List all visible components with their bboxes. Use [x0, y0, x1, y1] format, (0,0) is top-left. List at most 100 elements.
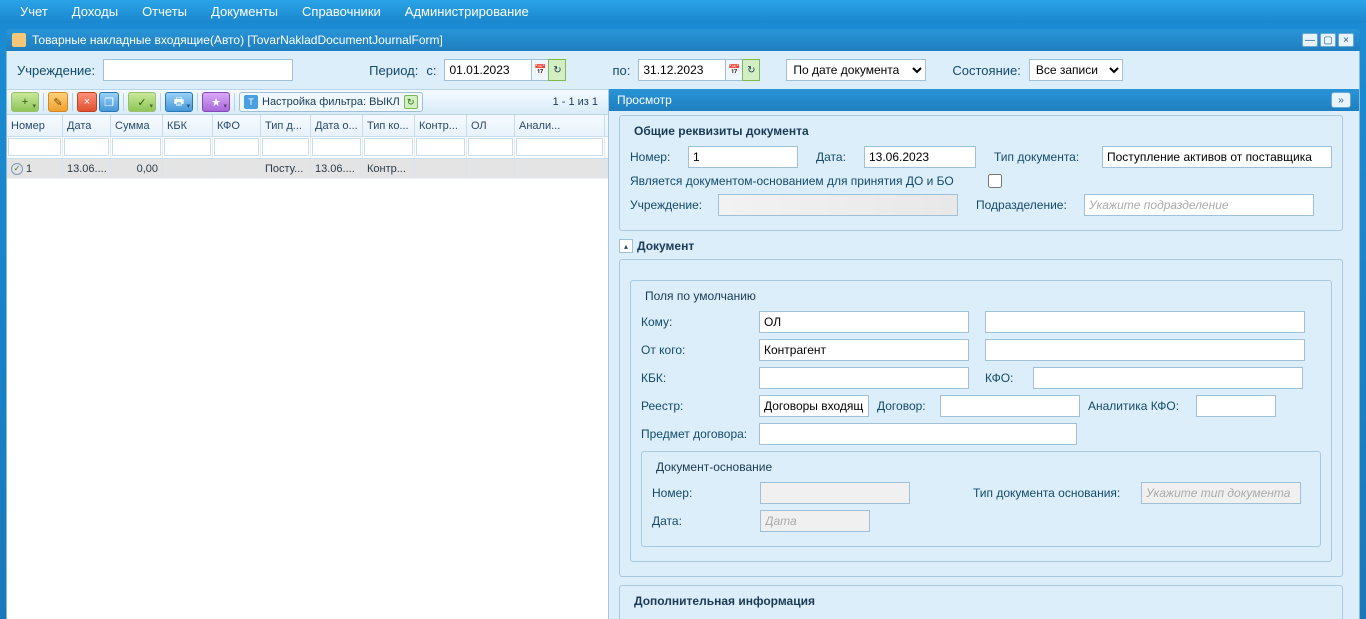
- preview-pane: Просмотр » Общие реквизиты документа Ном…: [609, 89, 1359, 619]
- date-input[interactable]: [864, 146, 976, 168]
- cell-num: 1: [26, 163, 32, 175]
- col-basedate[interactable]: Дата о...: [311, 115, 363, 136]
- registry-input[interactable]: [759, 395, 869, 417]
- kfo-label: КФО:: [985, 371, 1025, 385]
- num-input[interactable]: [688, 146, 798, 168]
- menu-reports[interactable]: Отчеты: [132, 0, 197, 23]
- from-input[interactable]: [759, 339, 969, 361]
- date-to-picker-icon[interactable]: 📅: [725, 59, 743, 81]
- filter-ol[interactable]: [468, 138, 513, 156]
- filter-settings-button[interactable]: T Настройка фильтра: ВЫКЛ ↻: [239, 92, 423, 112]
- contract-input[interactable]: [940, 395, 1080, 417]
- filter-doctype[interactable]: [262, 138, 309, 156]
- base-num-label: Номер:: [652, 486, 752, 500]
- date-to-clear-icon[interactable]: ↻: [742, 59, 760, 81]
- analkfo-input[interactable]: [1196, 395, 1276, 417]
- from-extra-input[interactable]: [985, 339, 1305, 361]
- collapse-arrow-icon: ▴: [619, 239, 633, 253]
- action-button[interactable]: ★: [202, 92, 230, 112]
- col-date[interactable]: Дата: [63, 115, 111, 136]
- cell-kfo: [213, 159, 261, 178]
- edit-button[interactable]: ✎: [48, 92, 68, 112]
- col-doctype[interactable]: Тип д...: [261, 115, 311, 136]
- to-input[interactable]: [759, 311, 969, 333]
- col-contrtype[interactable]: Тип ко...: [363, 115, 415, 136]
- main-menu: Учет Доходы Отчеты Документы Справочники…: [0, 0, 1366, 23]
- org-label: Учреждение:: [17, 63, 95, 78]
- delete-button[interactable]: ×: [77, 92, 97, 112]
- cell-anal: [515, 159, 605, 178]
- kfo-input[interactable]: [1033, 367, 1303, 389]
- date-from-picker-icon[interactable]: 📅: [531, 59, 549, 81]
- grid-filter-row: [7, 137, 608, 159]
- menu-admin[interactable]: Администрирование: [395, 0, 539, 23]
- cell-doctype: Посту...: [261, 159, 311, 178]
- col-num[interactable]: Номер: [7, 115, 63, 136]
- date-to-input[interactable]: [638, 59, 726, 81]
- filter-date[interactable]: [64, 138, 109, 156]
- document-section-label: Документ: [637, 239, 694, 253]
- col-contr[interactable]: Контр...: [415, 115, 467, 136]
- base-num-input[interactable]: [760, 482, 910, 504]
- from-label2: От кого:: [641, 343, 751, 357]
- date-from-input[interactable]: [444, 59, 532, 81]
- col-ol[interactable]: ОЛ: [467, 115, 515, 136]
- to-extra-input[interactable]: [985, 311, 1305, 333]
- menu-accounting[interactable]: Учет: [10, 0, 58, 23]
- col-anal[interactable]: Анали...: [515, 115, 605, 136]
- filter-basedate[interactable]: [312, 138, 361, 156]
- table-row[interactable]: ✓1 13.06.... 0,00 Посту... 13.06.... Кон…: [7, 159, 608, 179]
- base-type-input[interactable]: [1141, 482, 1301, 504]
- filter-contr[interactable]: [416, 138, 465, 156]
- approve-button[interactable]: ✓: [128, 92, 156, 112]
- filter-kbk[interactable]: [164, 138, 211, 156]
- cell-kbk: [163, 159, 213, 178]
- filter-num[interactable]: [8, 138, 61, 156]
- copy-button[interactable]: ❐: [99, 92, 119, 112]
- filter-contrtype[interactable]: [364, 138, 413, 156]
- state-select[interactable]: Все записи: [1029, 59, 1123, 81]
- base-doc-section: Документ-основание Номер: Тип документа …: [641, 451, 1321, 547]
- defaults-title: Поля по умолчанию: [641, 289, 760, 303]
- preview-org-input[interactable]: [718, 194, 958, 216]
- grid-toolbar: + ✎ × ❐ ✓ 🖶 ★ T Настройка фильтра: ВЫК: [7, 89, 608, 115]
- dept-input[interactable]: [1084, 194, 1314, 216]
- document-section: Поля по умолчанию Кому: От кого:: [619, 259, 1343, 577]
- date-mode-select[interactable]: По дате документа: [786, 59, 926, 81]
- menu-references[interactable]: Справочники: [292, 0, 391, 23]
- window-maximize-button[interactable]: ▢: [1320, 33, 1336, 47]
- date-from-clear-icon[interactable]: ↻: [548, 59, 566, 81]
- menu-documents[interactable]: Документы: [201, 0, 288, 23]
- print-button[interactable]: 🖶: [165, 92, 193, 112]
- grid-body[interactable]: ✓1 13.06.... 0,00 Посту... 13.06.... Кон…: [7, 159, 608, 619]
- filter-anal[interactable]: [516, 138, 603, 156]
- window-minimize-button[interactable]: —: [1302, 33, 1318, 47]
- col-kbk[interactable]: КБК: [163, 115, 213, 136]
- kbk-input[interactable]: [759, 367, 969, 389]
- to-label: по:: [612, 63, 630, 78]
- cell-contr: [415, 159, 467, 178]
- doctype-label: Тип документа:: [994, 150, 1094, 164]
- window-title-text: Товарные накладные входящие(Авто) [Tovar…: [32, 33, 443, 47]
- base-date-input[interactable]: [760, 510, 870, 532]
- document-collapser[interactable]: ▴ Документ: [619, 239, 1343, 253]
- num-label: Номер:: [630, 150, 680, 164]
- filter-sum[interactable]: [112, 138, 161, 156]
- general-title: Общие реквизиты документа: [630, 124, 813, 138]
- col-sum[interactable]: Сумма: [111, 115, 163, 136]
- org-input[interactable]: [103, 59, 293, 81]
- isbase-checkbox[interactable]: [988, 174, 1002, 188]
- extra-title: Дополнительная информация: [630, 594, 819, 608]
- cell-basedate: 13.06....: [311, 159, 363, 178]
- subject-input[interactable]: [759, 423, 1077, 445]
- preview-expand-button[interactable]: »: [1331, 92, 1351, 108]
- col-kfo[interactable]: КФО: [213, 115, 261, 136]
- analkfo-label: Аналитика КФО:: [1088, 399, 1188, 413]
- doctype-input[interactable]: [1102, 146, 1332, 168]
- window-close-button[interactable]: ×: [1338, 33, 1354, 47]
- menu-income[interactable]: Доходы: [62, 0, 128, 23]
- refresh-icon[interactable]: ↻: [404, 95, 418, 109]
- add-button[interactable]: +: [11, 92, 39, 112]
- general-section: Общие реквизиты документа Номер: Дата: Т…: [619, 115, 1343, 231]
- filter-kfo[interactable]: [214, 138, 259, 156]
